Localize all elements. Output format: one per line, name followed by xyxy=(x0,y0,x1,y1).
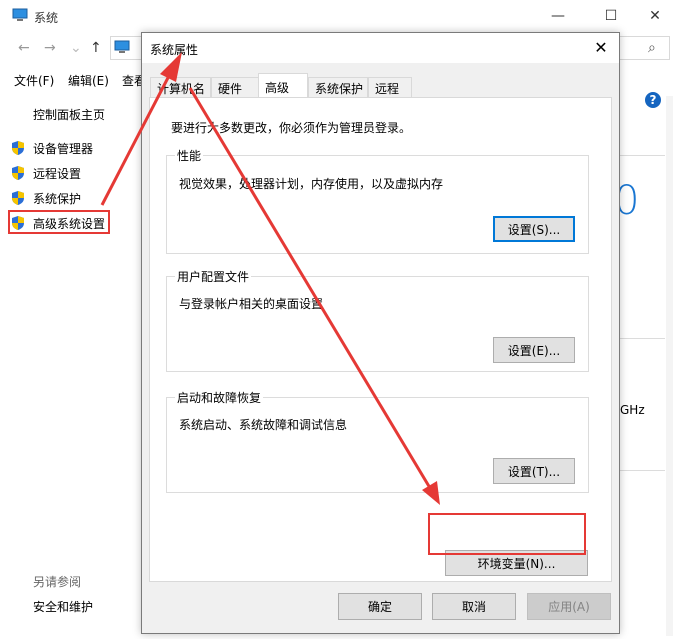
cancel-button[interactable]: 取消 xyxy=(432,593,516,620)
user-profiles-group: 用户配置文件 与登录帐户相关的桌面设置 设置(E)... xyxy=(166,268,589,372)
computer-icon xyxy=(114,40,130,53)
uac-shield-icon xyxy=(12,141,24,155)
divider xyxy=(620,338,665,339)
environment-variables-button[interactable]: 环境变量(N)... xyxy=(445,550,588,576)
sidebar-item-system-protection[interactable]: 系统保护 xyxy=(10,188,81,208)
performance-description: 视觉效果，处理器计划，内存使用，以及虚拟内存 xyxy=(179,177,444,191)
security-maintenance-link[interactable]: 安全和维护 xyxy=(33,598,93,615)
user-profiles-settings-button[interactable]: 设置(E)... xyxy=(493,337,575,363)
sidebar-item-label: 远程设置 xyxy=(33,166,82,181)
computer-icon xyxy=(12,8,28,21)
sidebar-item-label: 高级系统设置 xyxy=(33,216,106,231)
see-also-heading: 另请参阅 xyxy=(33,575,82,589)
performance-group: 性能 视觉效果，处理器计划，内存使用，以及虚拟内存 设置(S)... xyxy=(166,147,589,254)
divider xyxy=(620,470,665,471)
startup-recovery-legend: 启动和故障恢复 xyxy=(175,389,264,406)
sidebar-item-label: 设备管理器 xyxy=(33,141,94,156)
tab-hardware[interactable]: 硬件 xyxy=(211,77,259,97)
user-profiles-description: 与登录帐户相关的桌面设置 xyxy=(179,297,324,311)
apply-button[interactable]: 应用(A) xyxy=(527,593,611,620)
back-arrow-icon[interactable]: ← xyxy=(18,40,30,56)
tab-advanced[interactable]: 高级 xyxy=(258,73,308,98)
tab-computer-name[interactable]: 计算机名 xyxy=(150,77,211,97)
help-icon[interactable]: ? xyxy=(645,92,661,108)
ok-button[interactable]: 确定 xyxy=(338,593,422,620)
cpu-speed-fragment: GHz xyxy=(620,403,645,417)
startup-recovery-settings-button[interactable]: 设置(T)... xyxy=(493,458,575,484)
maximize-button[interactable]: ☐ xyxy=(588,0,634,32)
control-panel-home-link[interactable]: 控制面板主页 xyxy=(33,106,105,123)
startup-recovery-group: 启动和故障恢复 系统启动、系统故障和调试信息 设置(T)... xyxy=(166,389,589,493)
tab-remote[interactable]: 远程 xyxy=(368,77,412,97)
uac-shield-icon xyxy=(12,216,24,230)
sidebar-item-remote-settings[interactable]: 远程设置 xyxy=(10,163,81,183)
close-icon: ✕ xyxy=(594,37,608,57)
system-window-titlebar: 系统 — ☐ ✕ xyxy=(0,0,673,32)
performance-settings-button[interactable]: 设置(S)... xyxy=(493,216,575,242)
tab-system-protection[interactable]: 系统保护 xyxy=(308,77,368,97)
forward-arrow-icon[interactable]: → xyxy=(44,40,56,56)
close-window-button[interactable]: ✕ xyxy=(632,0,673,32)
startup-recovery-description: 系统启动、系统故障和调试信息 xyxy=(179,418,348,432)
performance-legend: 性能 xyxy=(175,147,204,164)
divider xyxy=(620,155,665,156)
maximize-icon: ☐ xyxy=(604,8,618,24)
sidebar-item-device-manager[interactable]: 设备管理器 xyxy=(10,138,93,158)
chevron-down-icon[interactable]: ⌄ xyxy=(70,40,82,56)
dialog-titlebar: 系统属性 ✕ xyxy=(142,33,619,63)
user-profiles-legend: 用户配置文件 xyxy=(175,268,252,285)
minimize-button[interactable]: — xyxy=(535,0,581,32)
dialog-title: 系统属性 xyxy=(150,43,199,57)
admin-notice: 要进行大多数更改，你必须作为管理员登录。 xyxy=(171,121,412,135)
vertical-scrollbar[interactable] xyxy=(666,96,673,636)
sidebar-item-advanced-system-settings[interactable]: 高级系统设置 xyxy=(10,213,105,233)
up-arrow-icon[interactable]: ↑ xyxy=(90,40,102,56)
search-icon[interactable]: ⌕ xyxy=(648,40,656,56)
close-icon: ✕ xyxy=(649,8,661,24)
sidebar-item-label: 系统保护 xyxy=(33,191,82,206)
uac-shield-icon xyxy=(12,166,24,180)
system-window-title: 系统 xyxy=(34,11,59,25)
menu-file[interactable]: 文件(F) xyxy=(14,72,54,89)
dialog-close-button[interactable]: ✕ xyxy=(591,37,611,57)
sidebar: 控制面板主页 设备管理器 远程设置 系统保护 高级系统设置 另请参阅 安全和维护 xyxy=(0,96,140,639)
uac-shield-icon xyxy=(12,191,24,205)
advanced-tab-panel: 要进行大多数更改，你必须作为管理员登录。 性能 视觉效果，处理器计划，内存使用，… xyxy=(149,97,612,582)
minimize-icon: — xyxy=(551,8,565,24)
system-properties-dialog: 系统属性 ✕ 计算机名 硬件 高级 系统保护 远程 要进行大多数更改，你必须作为… xyxy=(141,32,620,634)
menu-edit[interactable]: 编辑(E) xyxy=(68,72,109,89)
